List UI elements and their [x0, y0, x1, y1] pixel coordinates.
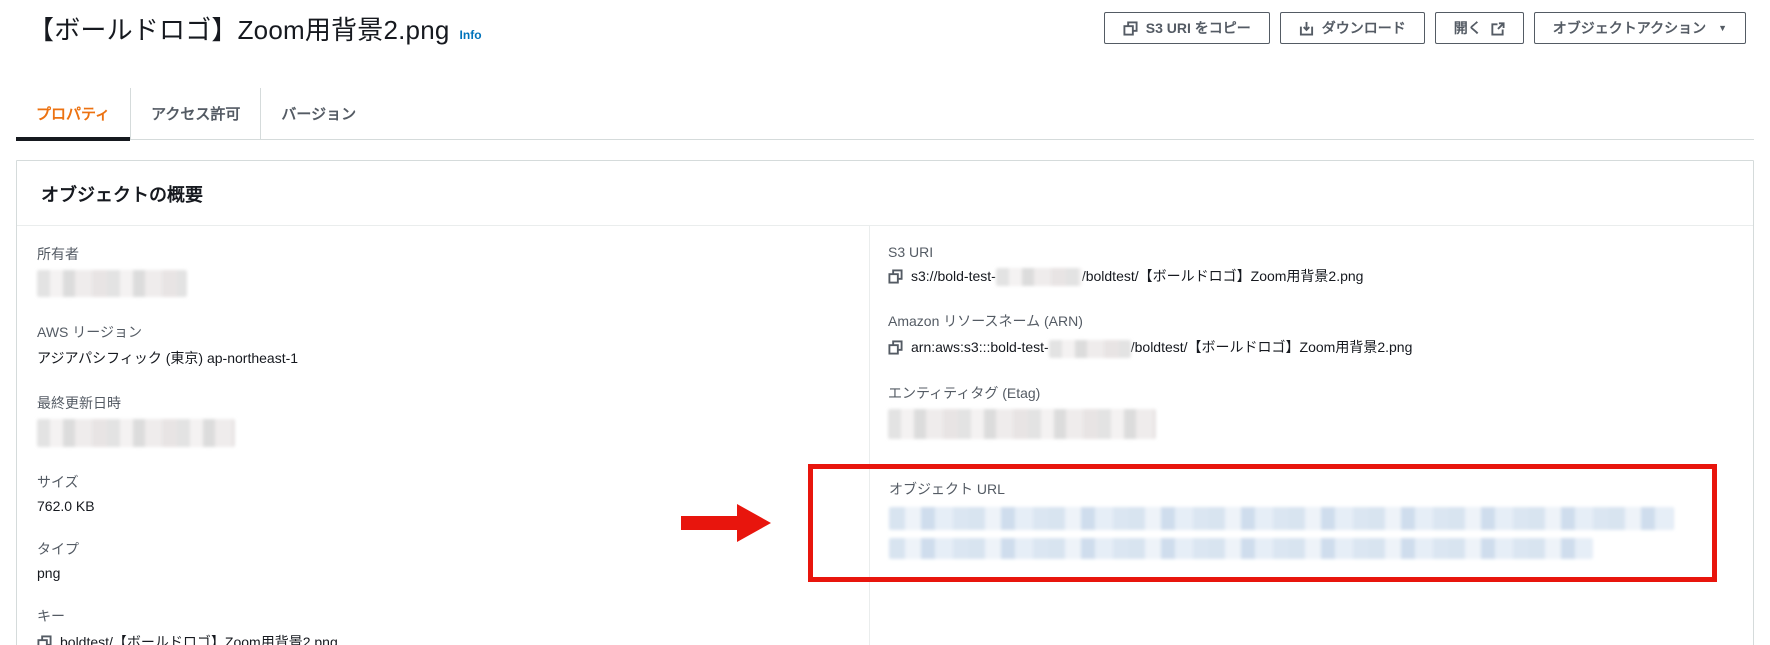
overview-right-column: S3 URI s3://bold-test-/boldtest/【ボールドロゴ】… [681, 226, 1753, 645]
arn-value: arn:aws:s3:::bold-test-/boldtest/【ボールドロゴ… [911, 337, 1412, 358]
redacted-object-url-link-line2[interactable] [889, 537, 1593, 559]
region-value: アジアパシフィック (東京) ap-northeast-1 [37, 350, 299, 366]
info-link[interactable]: Info [460, 28, 482, 42]
etag-field: エンティティタグ (Etag) [888, 383, 1725, 439]
object-actions-button[interactable]: オブジェクトアクション ▼ [1533, 12, 1746, 44]
tab-permissions[interactable]: アクセス許可 [130, 88, 260, 139]
download-icon [1299, 21, 1314, 36]
last-modified-label: 最終更新日時 [37, 395, 121, 411]
card-header: オブジェクトの概要 [17, 161, 1753, 226]
copy-s3-uri-label: S3 URI をコピー [1145, 20, 1251, 36]
card-title: オブジェクトの概要 [41, 185, 203, 205]
redacted-bucket-suffix [995, 268, 1082, 287]
redacted-bucket-suffix [1048, 339, 1131, 358]
object-overview-card: オブジェクトの概要 所有者 AWS リージョン アジアパシフィック (東京) a… [16, 160, 1754, 645]
region-label: AWS リージョン [37, 324, 142, 340]
overview-left-column: 所有者 AWS リージョン アジアパシフィック (東京) ap-northeas… [17, 226, 869, 645]
owner-label: 所有者 [37, 246, 79, 262]
arn-label: Amazon リソースネーム (ARN) [888, 313, 1083, 330]
region-field: AWS リージョン アジアパシフィック (東京) ap-northeast-1 [37, 322, 845, 368]
title-wrap: 【ボールドロゴ】Zoom用背景2.png Info [28, 10, 482, 47]
redacted-last-modified-value [37, 419, 235, 447]
chevron-down-icon: ▼ [1718, 23, 1727, 33]
copy-icon[interactable] [37, 634, 52, 645]
red-arrow-icon [681, 503, 771, 542]
arn-field: Amazon リソースネーム (ARN) arn:aws:s3:::bold-t… [888, 311, 1725, 358]
key-field: キー boldtest/【ボールドロゴ】Zoom用背景2.png [37, 606, 845, 645]
card-body: 所有者 AWS リージョン アジアパシフィック (東京) ap-northeas… [17, 226, 1753, 645]
object-actions-label: オブジェクトアクション [1552, 20, 1707, 36]
download-button[interactable]: ダウンロード [1279, 12, 1425, 44]
page-header: 【ボールドロゴ】Zoom用背景2.png Info S3 URI をコピー ダウ… [28, 10, 1746, 47]
copy-icon [1123, 20, 1138, 36]
external-link-icon [1490, 21, 1505, 36]
redacted-owner-value [37, 270, 187, 297]
redacted-etag-value [888, 408, 1156, 439]
type-value: png [37, 565, 61, 581]
object-url-label: オブジェクト URL [889, 480, 1005, 497]
copy-icon[interactable] [888, 269, 903, 284]
copy-icon[interactable] [888, 340, 903, 355]
header-actions: S3 URI をコピー ダウンロード 開く オブジェクトアクション ▼ [1103, 12, 1746, 44]
tab-versions[interactable]: バージョン [260, 88, 376, 139]
tab-properties[interactable]: プロパティ [16, 88, 131, 141]
open-button[interactable]: 開く [1434, 12, 1524, 44]
s3-object-detail-page: 【ボールドロゴ】Zoom用背景2.png Info S3 URI をコピー ダウ… [0, 0, 1770, 645]
key-value[interactable]: boldtest/【ボールドロゴ】Zoom用背景2.png [60, 632, 338, 645]
owner-field: 所有者 [37, 244, 845, 297]
last-modified-field: 最終更新日時 [37, 393, 845, 447]
s3-uri-field: S3 URI s3://bold-test-/boldtest/【ボールドロゴ】… [888, 244, 1725, 287]
type-field: タイプ png [37, 539, 845, 581]
s3-uri-value: s3://bold-test-/boldtest/【ボールドロゴ】Zoom用背景… [911, 266, 1363, 287]
red-highlight-box: オブジェクト URL [681, 463, 1717, 582]
s3-uri-label: S3 URI [888, 244, 934, 260]
open-label: 開く [1453, 20, 1482, 36]
page-title: 【ボールドロゴ】Zoom用背景2.png [28, 15, 450, 45]
key-label: キー [37, 608, 65, 624]
etag-label: エンティティタグ (Etag) [888, 384, 1041, 401]
download-label: ダウンロード [1321, 20, 1406, 36]
copy-s3-uri-button[interactable]: S3 URI をコピー [1103, 12, 1270, 44]
size-label: サイズ [37, 474, 79, 490]
redacted-object-url-link-line1[interactable] [889, 506, 1674, 530]
tab-bar: プロパティ アクセス許可 バージョン [16, 88, 1754, 141]
